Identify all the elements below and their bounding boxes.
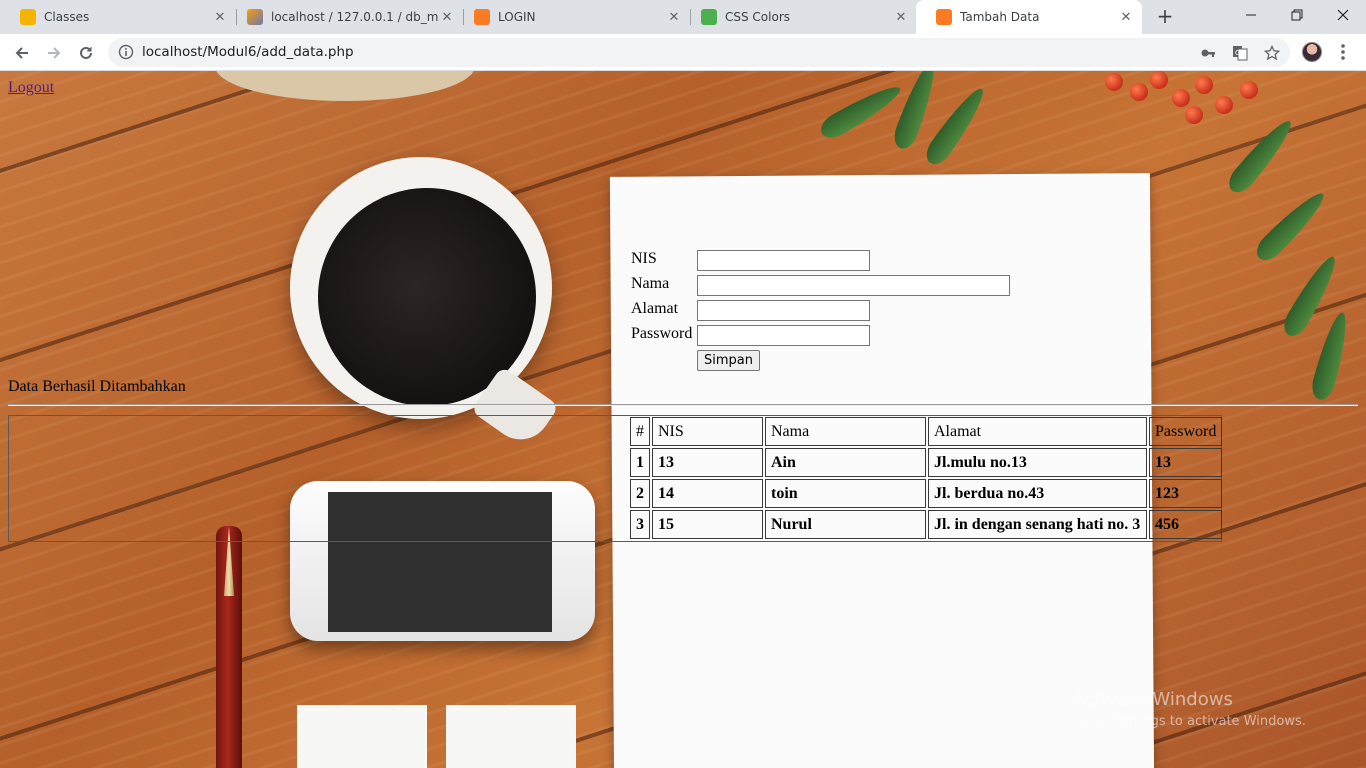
menu-kebab-icon[interactable] [1336, 42, 1350, 62]
watermark-subtitle: Go to Settings to activate Windows. [1073, 714, 1306, 729]
close-window-icon[interactable] [1320, 0, 1366, 30]
tab-tambah-data[interactable]: Tambah Data ✕ [916, 0, 1142, 34]
berry-image [1215, 96, 1233, 114]
table-cell: toin [765, 479, 926, 508]
column-header: Password [1149, 417, 1223, 446]
table-row: 2 14 toin Jl. berdua no.43 123 [630, 479, 1223, 508]
table-cell: Nurul [765, 510, 926, 539]
column-header: Alamat [928, 417, 1147, 446]
leaf-image [1223, 114, 1299, 198]
nama-field[interactable] [697, 275, 1010, 296]
simpan-button[interactable]: Simpan [697, 350, 760, 371]
close-icon[interactable]: ✕ [212, 10, 228, 25]
tab-title: LOGIN [498, 10, 536, 24]
browser-toolbar: localhost/Modul6/add_data.php G [0, 34, 1366, 71]
berry-image [1105, 73, 1123, 91]
table-cell: 3 [630, 510, 650, 539]
info-icon[interactable] [118, 44, 134, 60]
students-table: # NIS Nama Alamat Password 1 13 Ain Jl.m… [628, 415, 1224, 541]
xampp-icon [474, 9, 490, 25]
watermark-title: Activate Windows [1073, 689, 1233, 710]
table-cell: 1 [630, 448, 650, 477]
profile-avatar[interactable] [1302, 42, 1322, 62]
phpmyadmin-icon [247, 9, 263, 25]
tab-title: CSS Colors [725, 10, 791, 24]
password-label: Password [631, 325, 693, 342]
berry-image [1185, 106, 1203, 124]
alamat-label: Alamat [631, 300, 679, 317]
page-viewport: Logout NIS Nama Alamat Password Simpan D… [0, 71, 1366, 768]
nama-label: Nama [631, 275, 670, 292]
leaf-image [921, 82, 991, 170]
berry-image [1240, 81, 1258, 99]
table-cell: Jl.mulu no.13 [928, 448, 1147, 477]
success-message: Data Berhasil Ditambahkan [8, 378, 186, 395]
table-cell: Jl. berdua no.43 [928, 479, 1147, 508]
forward-icon[interactable] [40, 39, 68, 67]
leaf-image [1251, 186, 1331, 266]
close-icon[interactable]: ✕ [439, 10, 455, 25]
table-cell: Jl. in dengan senang hati no. 3 [928, 510, 1147, 539]
restore-icon[interactable] [1274, 0, 1320, 30]
new-tab-button[interactable]: + [1152, 4, 1178, 30]
leaf-image [1308, 309, 1354, 403]
horizontal-rule [8, 404, 1358, 406]
tab-title: Tambah Data [960, 10, 1040, 24]
leaf-image [816, 78, 906, 144]
alamat-field[interactable] [697, 300, 870, 321]
tab-title: localhost / 127.0.0.1 / db_mokl [271, 10, 439, 24]
column-header: Nama [765, 417, 926, 446]
column-header: # [630, 417, 650, 446]
table-cell: 13 [652, 448, 763, 477]
card-image [297, 705, 427, 768]
column-header: NIS [652, 417, 763, 446]
minimize-icon[interactable] [1228, 0, 1274, 30]
table-cell: 13 [1149, 448, 1223, 477]
tab-classes[interactable]: Classes ✕ [0, 0, 236, 34]
table-cell: 456 [1149, 510, 1223, 539]
xampp-icon [936, 9, 952, 25]
table-cell: Ain [765, 448, 926, 477]
berry-image [1150, 71, 1168, 89]
table-header-row: # NIS Nama Alamat Password [630, 417, 1223, 446]
table-row: 3 15 Nurul Jl. in dengan senang hati no.… [630, 510, 1223, 539]
w3schools-icon [701, 9, 717, 25]
table-cell: 15 [652, 510, 763, 539]
url-text: localhost/Modul6/add_data.php [142, 44, 354, 60]
wood-slab-image [215, 71, 475, 101]
tab-login[interactable]: LOGIN ✕ [454, 0, 690, 34]
logout-link[interactable]: Logout [8, 79, 54, 97]
table-cell: 123 [1149, 479, 1223, 508]
close-icon[interactable]: ✕ [1118, 10, 1134, 25]
activate-windows-watermark: Activate Windows Go to Settings to activ… [1073, 689, 1306, 729]
berry-image [1172, 89, 1190, 107]
card-image [446, 705, 576, 768]
tab-phpmyadmin[interactable]: localhost / 127.0.0.1 / db_mokl ✕ [227, 0, 463, 34]
table-cell: 14 [652, 479, 763, 508]
close-icon[interactable]: ✕ [893, 10, 909, 25]
tab-css-colors[interactable]: CSS Colors ✕ [681, 0, 917, 34]
bookmark-star-icon[interactable] [1263, 44, 1281, 61]
svg-text:G: G [1235, 49, 1240, 57]
translate-icon[interactable]: G [1232, 45, 1248, 61]
address-bar[interactable]: localhost/Modul6/add_data.php G [108, 38, 1290, 67]
nis-label: NIS [631, 250, 657, 267]
table-cell: 2 [630, 479, 650, 508]
google-classroom-icon [20, 9, 36, 25]
key-icon[interactable] [1200, 45, 1216, 61]
password-field[interactable] [697, 325, 870, 346]
back-icon[interactable] [8, 39, 36, 67]
berry-image [1130, 83, 1148, 101]
nis-field[interactable] [697, 250, 870, 271]
reload-icon[interactable] [72, 39, 100, 67]
tab-strip: Classes ✕ localhost / 127.0.0.1 / db_mok… [0, 0, 1366, 34]
berry-image [1195, 76, 1213, 94]
table-row: 1 13 Ain Jl.mulu no.13 13 [630, 448, 1223, 477]
close-icon[interactable]: ✕ [666, 10, 682, 25]
tab-title: Classes [44, 10, 90, 24]
